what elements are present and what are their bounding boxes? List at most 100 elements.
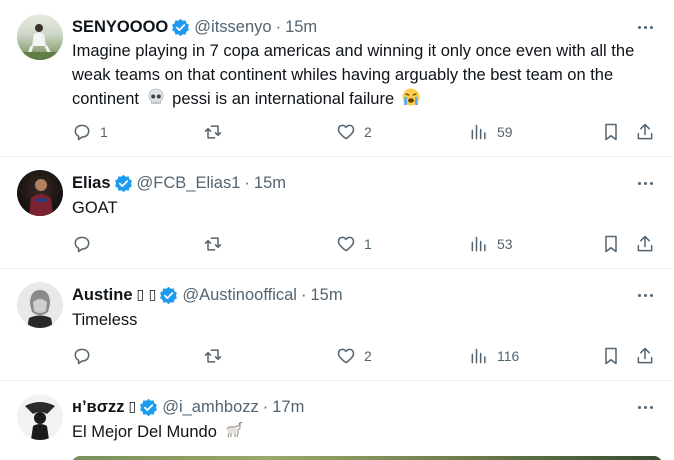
- more-options-button[interactable]: [632, 173, 658, 193]
- display-name-emoji: ▯: [128, 399, 137, 415]
- like-count: 1: [364, 236, 372, 252]
- avatar[interactable]: [17, 394, 63, 440]
- bookmark-icon: [605, 123, 617, 141]
- user-handle[interactable]: @itssenyo: [194, 18, 271, 37]
- like-button[interactable]: 1: [336, 233, 372, 255]
- tweet-text: Timeless: [72, 308, 662, 332]
- display-name-emoji: ▯ ▯: [136, 287, 157, 303]
- repost-button[interactable]: [203, 233, 231, 255]
- tweet[interactable]: ʜ’вσzz ▯ @i_amhbozz · 17m El Mejor Del M…: [0, 381, 674, 460]
- repost-icon: [204, 349, 222, 363]
- avatar[interactable]: [17, 170, 63, 216]
- like-icon: [337, 236, 355, 252]
- avatar-photo: [29, 179, 53, 216]
- more-icon: [637, 405, 641, 409]
- verified-badge-icon[interactable]: [159, 286, 178, 305]
- bookmark-button[interactable]: [601, 121, 621, 143]
- bookmark-icon: [605, 347, 617, 365]
- tweet-media-preview[interactable]: [72, 456, 662, 460]
- separator-dot: ·: [300, 285, 307, 304]
- timestamp[interactable]: 15m: [254, 174, 286, 193]
- verified-badge-icon[interactable]: [171, 18, 190, 37]
- reply-button[interactable]: 1: [72, 121, 108, 143]
- skull-emoji-icon: [148, 88, 163, 104]
- views-count: 59: [497, 124, 513, 140]
- share-button[interactable]: [635, 233, 655, 255]
- timestamp[interactable]: 15m: [310, 286, 342, 305]
- more-icon: [637, 181, 641, 185]
- share-icon: [637, 235, 653, 252]
- tweet[interactable]: SENYOOOO @itssenyo · 15m Imagine playing…: [0, 0, 674, 157]
- avatar-photo: [25, 402, 55, 440]
- tweet-actions: 1 53: [72, 233, 662, 255]
- avatar-photo: [17, 24, 63, 60]
- more-options-button[interactable]: [632, 17, 658, 37]
- views-icon: [471, 348, 486, 364]
- bookmark-button[interactable]: [601, 345, 621, 367]
- tweet-text-part: GOAT: [72, 199, 118, 217]
- reply-icon: [74, 124, 90, 141]
- views-count: 116: [497, 348, 520, 364]
- views-button[interactable]: 53: [469, 233, 513, 255]
- avatar-photo: [27, 290, 53, 328]
- reply-button[interactable]: [72, 345, 100, 367]
- like-button[interactable]: 2: [336, 121, 372, 143]
- timestamp[interactable]: 17m: [272, 398, 304, 417]
- verified-badge-icon[interactable]: [139, 398, 158, 417]
- separator-dot: ·: [262, 397, 269, 416]
- bookmark-icon: [605, 235, 617, 253]
- reply-icon: [74, 348, 90, 365]
- share-button[interactable]: [635, 121, 655, 143]
- display-name[interactable]: ʜ’вσzz: [72, 398, 124, 417]
- separator-dot: ·: [275, 17, 282, 36]
- tweet-text: GOAT: [72, 196, 662, 220]
- share-icon: [637, 347, 653, 364]
- views-icon: [471, 236, 486, 252]
- more-options-button[interactable]: [632, 397, 658, 417]
- tweet[interactable]: Austine ▯ ▯ @Austinooffical · 15m Timele…: [0, 269, 674, 381]
- more-icon: [637, 25, 641, 29]
- more-icon: [637, 293, 641, 297]
- display-name[interactable]: Elias: [72, 174, 111, 193]
- views-button[interactable]: 116: [469, 345, 519, 367]
- views-icon: [471, 124, 486, 140]
- views-button[interactable]: 59: [469, 121, 513, 143]
- tweet-header: ʜ’вσzz ▯ @i_amhbozz · 17m: [72, 396, 304, 418]
- tweet-header: SENYOOOO @itssenyo · 15m: [72, 16, 317, 38]
- like-icon: [337, 348, 355, 364]
- more-options-button[interactable]: [632, 285, 658, 305]
- goat-emoji-icon: [226, 421, 243, 438]
- like-icon: [337, 124, 355, 140]
- tweet-text: Imagine playing in 7 copa americas and w…: [72, 39, 662, 111]
- reply-button[interactable]: [72, 233, 100, 255]
- display-name[interactable]: SENYOOOO: [72, 18, 168, 37]
- repost-icon: [204, 125, 222, 139]
- user-handle[interactable]: @i_amhbozz: [162, 398, 259, 417]
- user-handle[interactable]: @FCB_Elias1: [137, 174, 241, 193]
- repost-button[interactable]: [203, 345, 231, 367]
- tweet-text-part: Timeless: [72, 311, 138, 329]
- tweet[interactable]: Elias @FCB_Elias1 · 15m GOAT 1 53: [0, 157, 674, 269]
- like-count: 2: [364, 348, 372, 364]
- repost-icon: [204, 237, 222, 251]
- repost-button[interactable]: [203, 121, 231, 143]
- share-button[interactable]: [635, 345, 655, 367]
- avatar[interactable]: [17, 282, 63, 328]
- timestamp[interactable]: 15m: [285, 18, 317, 37]
- like-button[interactable]: 2: [336, 345, 372, 367]
- crying-face-emoji-icon: [402, 88, 420, 106]
- reply-icon: [74, 236, 90, 253]
- display-name[interactable]: Austine: [72, 286, 133, 305]
- avatar[interactable]: [17, 14, 63, 60]
- tweet-text-part: pessi is an international failure: [172, 90, 395, 108]
- reply-count: 1: [100, 124, 108, 140]
- tweet-text: El Mejor Del Mundo: [72, 420, 662, 444]
- views-count: 53: [497, 236, 513, 252]
- bookmark-button[interactable]: [601, 233, 621, 255]
- tweet-text-part: El Mejor Del Mundo: [72, 423, 217, 441]
- user-handle[interactable]: @Austinooffical: [182, 286, 297, 305]
- share-icon: [637, 123, 653, 140]
- verified-badge-icon[interactable]: [114, 174, 133, 193]
- tweet-header: Elias @FCB_Elias1 · 15m: [72, 172, 286, 194]
- tweet-header: Austine ▯ ▯ @Austinooffical · 15m: [72, 284, 343, 306]
